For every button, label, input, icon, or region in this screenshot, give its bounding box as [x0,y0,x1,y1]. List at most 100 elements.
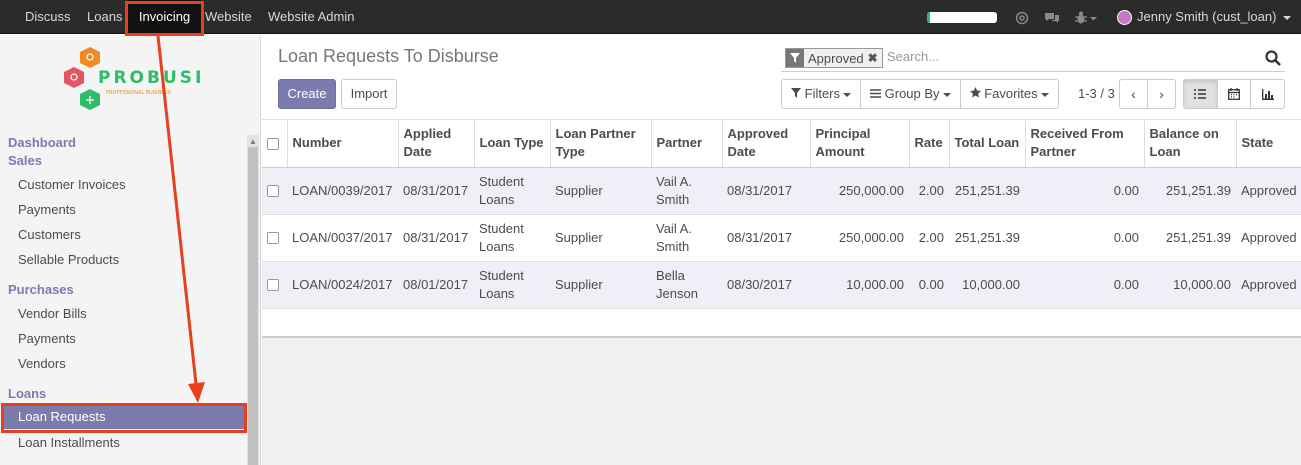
cell-rate: 2.00 [909,167,949,215]
pager-next-icon[interactable]: › [1148,80,1175,108]
cell-rate: 2.00 [909,214,949,262]
column-header-partner[interactable]: Partner [651,120,723,168]
sidebar-item-sellable-products[interactable]: Sellable Products [18,252,119,267]
sidebar-section-dashboard[interactable]: Dashboard [8,135,76,150]
top-navbar: Discuss Loans Invoicing Website Website … [0,0,1301,34]
view-switcher [1183,79,1285,109]
mention-icon[interactable] [1015,0,1029,34]
cell-total-loan: 10,000.00 [949,261,1025,309]
column-header-total-loan[interactable]: Total Loan [949,120,1026,168]
row-checkbox[interactable] [267,279,279,292]
cell-loan-type: Student Loans [474,214,550,262]
cell-balance-on-loan: 10,000.00 [1144,261,1236,309]
user-menu[interactable]: Jenny Smith (cust_loan) [1137,0,1292,34]
usage-progress-bar [927,12,997,23]
column-header-loan-partner-type[interactable]: Loan Partner Type [550,120,652,168]
menu-discuss[interactable]: Discuss [25,0,71,34]
column-header-balance-on-loan[interactable]: Balance on Loan [1144,120,1237,168]
cell-total-loan: 251,251.39 [949,214,1025,262]
menu-invoicing[interactable]: Invoicing [128,0,201,34]
search-icon[interactable] [1265,50,1281,66]
column-header-number[interactable]: Number [287,120,399,168]
cell-received-from-partner: 0.00 [1025,167,1144,215]
loan-requests-table: Number Applied Date Loan Type Loan Partn… [262,120,1301,309]
table-row[interactable]: LOAN/0024/2017 08/01/2017 Student Loans … [262,261,1301,309]
create-button[interactable]: Create [278,79,336,109]
cell-loan-partner-type: Supplier [550,214,651,262]
sidebar-item-loan-installments[interactable]: Loan Installments [18,435,120,450]
list-view: Number Applied Date Loan Type Loan Partn… [262,119,1301,339]
debug-bug-icon[interactable] [1075,0,1097,34]
cell-partner: Vail A. Smith [651,214,722,262]
cell-approved-date: 08/30/2017 [722,261,810,309]
column-header-approved-date[interactable]: Approved Date [722,120,811,168]
cell-partner: Bella Jenson [651,261,722,309]
cell-total-loan: 251,251.39 [949,167,1025,215]
group-by-dropdown[interactable]: Group By [861,80,961,108]
search-options: Filters Group By Favorites [781,79,1059,109]
search-bar: Approved ✖ [781,46,1285,72]
select-all-checkbox[interactable] [267,137,279,150]
cell-received-from-partner: 0.00 [1025,261,1144,309]
row-select-cell [262,261,287,309]
table-row[interactable]: LOAN/0037/2017 08/31/2017 Student Loans … [262,214,1301,262]
import-button[interactable]: Import [341,79,397,109]
cell-loan-type: Student Loans [474,261,550,309]
cell-principal-amount: 250,000.00 [810,167,909,215]
sidebar-item-customers[interactable]: Customers [18,227,81,242]
chevron-down-icon [942,92,951,97]
remove-facet-icon[interactable]: ✖ [868,51,882,65]
calendar-view-icon[interactable] [1218,80,1252,108]
select-all-column [262,120,288,168]
pager-value[interactable]: 1-3 / 3 [1078,86,1115,101]
table-header-row: Number Applied Date Loan Type Loan Partn… [262,120,1301,168]
search-input[interactable] [887,49,1257,64]
scroll-up-arrow-icon[interactable]: ▲ [249,137,257,146]
column-header-principal-amount[interactable]: Principal Amount [810,120,910,168]
sidebar-item-customer-invoices[interactable]: Customer Invoices [18,177,126,192]
list-view-icon[interactable] [1184,80,1218,108]
scrollbar-thumb[interactable] [248,147,258,465]
column-header-received-from-partner[interactable]: Received From Partner [1025,120,1145,168]
cell-approved-date: 08/31/2017 [722,167,810,215]
row-checkbox[interactable] [267,232,279,245]
cell-balance-on-loan: 251,251.39 [1144,214,1236,262]
cell-principal-amount: 250,000.00 [810,214,909,262]
graph-view-icon[interactable] [1251,80,1284,108]
sidebar-item-vendors[interactable]: Vendors [18,356,66,371]
favorites-label: Favorites [984,86,1038,101]
favorites-dropdown[interactable]: Favorites [961,80,1058,108]
row-checkbox[interactable] [267,185,279,198]
list-icon [870,89,882,98]
user-avatar[interactable] [1117,10,1132,25]
sidebar-item-vendor-bills[interactable]: Vendor Bills [18,306,87,321]
column-header-state[interactable]: State [1236,120,1301,168]
menu-website[interactable]: Website [205,0,252,34]
sidebar-section-purchases: Purchases [8,282,74,297]
sidebar-item-purchase-payments[interactable]: Payments [18,331,76,346]
cell-approved-date: 08/31/2017 [722,214,810,262]
user-name: Jenny Smith (cust_loan) [1137,9,1277,24]
main-content: Loan Requests To Disburse Create Import … [262,35,1301,465]
cell-number: LOAN/0037/2017 [287,214,398,262]
chevron-down-icon [843,92,852,97]
sidebar-item-sales-payments[interactable]: Payments [18,202,76,217]
chat-icon[interactable] [1044,0,1060,34]
pager-previous-icon[interactable]: ‹ [1120,80,1148,108]
pager-buttons: ‹ › [1119,79,1176,109]
cell-state: Approved [1236,261,1301,309]
column-header-loan-type[interactable]: Loan Type [474,120,551,168]
column-header-applied-date[interactable]: Applied Date [398,120,475,168]
sidebar-item-loan-requests[interactable]: Loan Requests [3,405,245,429]
cell-loan-type: Student Loans [474,167,550,215]
menu-loans[interactable]: Loans [87,0,122,34]
menu-website-admin[interactable]: Website Admin [268,0,354,34]
cell-loan-partner-type: Supplier [550,261,651,309]
column-header-rate[interactable]: Rate [909,120,950,168]
table-row[interactable]: LOAN/0039/2017 08/31/2017 Student Loans … [262,167,1301,215]
logo-tagline-text: PROFESSIONAL BUSINESS [106,90,171,96]
sidebar-section-loans: Loans [8,386,47,401]
cell-received-from-partner: 0.00 [1025,214,1144,262]
filters-dropdown[interactable]: Filters [782,80,862,108]
sidebar-scrollbar[interactable]: ▲ [247,135,259,465]
